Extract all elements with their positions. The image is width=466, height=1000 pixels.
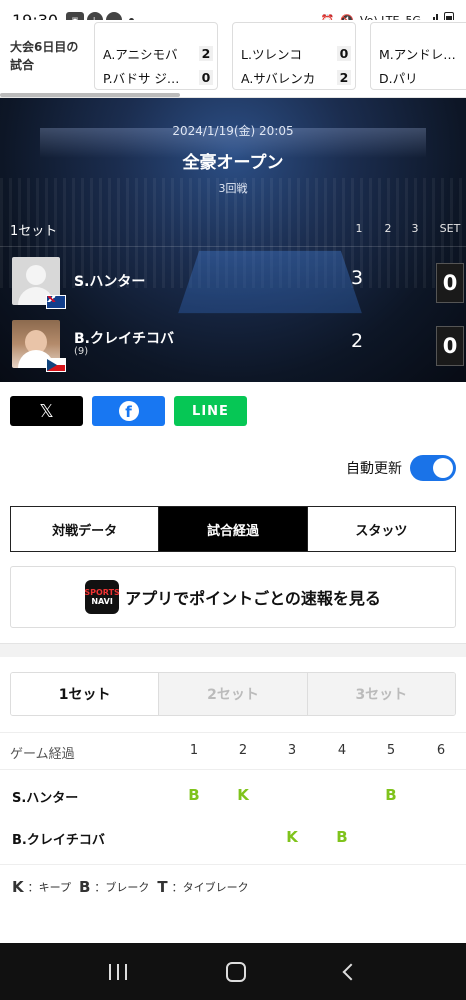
set-column-header: 1 — [355, 222, 363, 235]
tab-match-progress[interactable]: 試合経過 — [159, 507, 308, 551]
game-progress-label: ゲーム経過 — [10, 747, 75, 762]
tab-set-3[interactable]: 3セット — [307, 673, 455, 715]
game-mark: K — [286, 828, 298, 846]
sports-navi-app-icon: SPORTS NAVI — [84, 580, 120, 614]
scoreboard-divider — [0, 246, 466, 247]
legend-desc: ：タイブレーク — [171, 881, 249, 894]
share-x-button[interactable]: 𝕏 — [10, 396, 83, 426]
flag-czech-icon — [46, 358, 66, 372]
app-banner-button[interactable]: SPORTS NAVI アプリでポイントごとの速報を見る — [10, 566, 456, 628]
legend-desc: ：キープ — [27, 881, 71, 894]
table-divider — [0, 864, 466, 865]
line-label: LINE — [192, 403, 229, 419]
legend-key: K — [12, 878, 24, 896]
strip-player: A.サバレンカ — [241, 70, 316, 86]
set-column-header: 2 — [384, 222, 392, 235]
strip-card[interactable]: A.アニシモバ 2 P.バドサ ジ… 0 — [94, 22, 218, 90]
section-divider — [0, 643, 466, 657]
match-strip: 大会6日目の試合 A.アニシモバ 2 P.バドサ ジ… 0 L.ツレンコ 0 A.サバ… — [0, 20, 466, 98]
facebook-logo-icon: f — [118, 401, 139, 421]
player-name: B.クレイチコバ — [74, 331, 174, 347]
strip-card[interactable]: L.ツレンコ 0 A.サバレンカ 2 — [232, 22, 356, 90]
system-nav-bar — [0, 943, 466, 1000]
game-number: 1 — [189, 743, 199, 758]
tab-set-2[interactable]: 2セット — [159, 673, 308, 715]
strip-score: 0 — [199, 69, 213, 85]
strip-player: L.ツレンコ — [241, 46, 302, 62]
strip-score: 2 — [199, 45, 213, 61]
tournament-name: 全豪オープン — [182, 153, 284, 173]
current-set-label: 1セット — [10, 224, 58, 239]
game-number: 6 — [436, 743, 446, 758]
game-progress-header: ゲーム経過 1 2 3 4 5 6 — [0, 732, 466, 770]
back-icon[interactable] — [342, 963, 360, 980]
strip-player: P.バドサ ジ… — [103, 70, 180, 86]
game-number: 3 — [287, 743, 297, 758]
tab-set-1[interactable]: 1セット — [11, 673, 160, 715]
scoreboard: 2024/1/19(金) 20:05 全豪オープン 3回戦 1セット 1 2 3… — [0, 98, 466, 382]
game-mark: B — [385, 786, 397, 804]
match-round: 3回戦 — [218, 182, 248, 195]
game-mark: B — [336, 828, 348, 846]
table-row: S.ハンター B K B — [0, 776, 466, 816]
app-banner-label: アプリでポイントごとの速報を見る — [125, 589, 381, 608]
player-row: S.ハンター 3 0 — [0, 257, 466, 313]
sets-won: 0 — [436, 326, 464, 366]
x-logo-icon: 𝕏 — [39, 400, 54, 422]
auto-update: 自動更新 — [346, 455, 456, 481]
tab-matchup-data[interactable]: 対戦データ — [11, 507, 160, 551]
player-name: S.ハンター — [12, 791, 79, 806]
strip-score: 0 — [337, 45, 351, 61]
legend-key: B — [78, 878, 91, 896]
sets-won: 0 — [436, 263, 464, 303]
auto-update-toggle[interactable] — [410, 455, 456, 481]
set-column-header: SET — [439, 222, 461, 235]
share-facebook-button[interactable]: f — [92, 396, 165, 426]
home-icon[interactable] — [225, 961, 246, 982]
main-tabs: 対戦データ 試合経過 スタッツ — [10, 506, 456, 552]
strip-player: D.パリ — [379, 70, 418, 86]
set-column-header: 3 — [411, 222, 419, 235]
legend: K ：キープ B ：ブレーク T ：タイブレーク — [12, 878, 257, 896]
auto-update-label: 自動更新 — [346, 461, 402, 477]
match-datetime: 2024/1/19(金) 20:05 — [172, 124, 294, 138]
share-line-button[interactable]: LINE — [174, 396, 247, 426]
player-name: S.ハンター — [74, 274, 146, 290]
strip-label: 大会6日目の試合 — [10, 40, 79, 72]
strip-scrollbar[interactable] — [0, 93, 180, 97]
player-row: B.クレイチコバ (9) 2 0 — [0, 320, 466, 376]
legend-desc: ：ブレーク — [94, 881, 150, 894]
strip-score: 2 — [337, 69, 351, 85]
game-mark: K — [237, 786, 249, 804]
legend-key: T — [157, 878, 168, 896]
game-mark: B — [188, 786, 200, 804]
strip-player: A.アニシモバ — [103, 46, 178, 62]
player-name: B.クレイチコバ — [12, 833, 105, 848]
game-score: 3 — [350, 267, 364, 289]
strip-card[interactable]: M.アンドレ… D.パリ — [370, 22, 466, 90]
recent-apps-icon[interactable] — [109, 963, 128, 980]
table-row: B.クレイチコバ K B — [0, 818, 466, 858]
game-number: 4 — [337, 743, 347, 758]
player-seed: (9) — [74, 346, 89, 357]
tab-stats[interactable]: スタッツ — [307, 507, 455, 551]
game-score: 2 — [350, 330, 364, 352]
game-number: 2 — [238, 743, 248, 758]
game-number: 5 — [386, 743, 396, 758]
set-tabs: 1セット 2セット 3セット — [10, 672, 456, 716]
flag-australia-icon — [46, 295, 66, 309]
strip-player: M.アンドレ… — [379, 46, 456, 62]
